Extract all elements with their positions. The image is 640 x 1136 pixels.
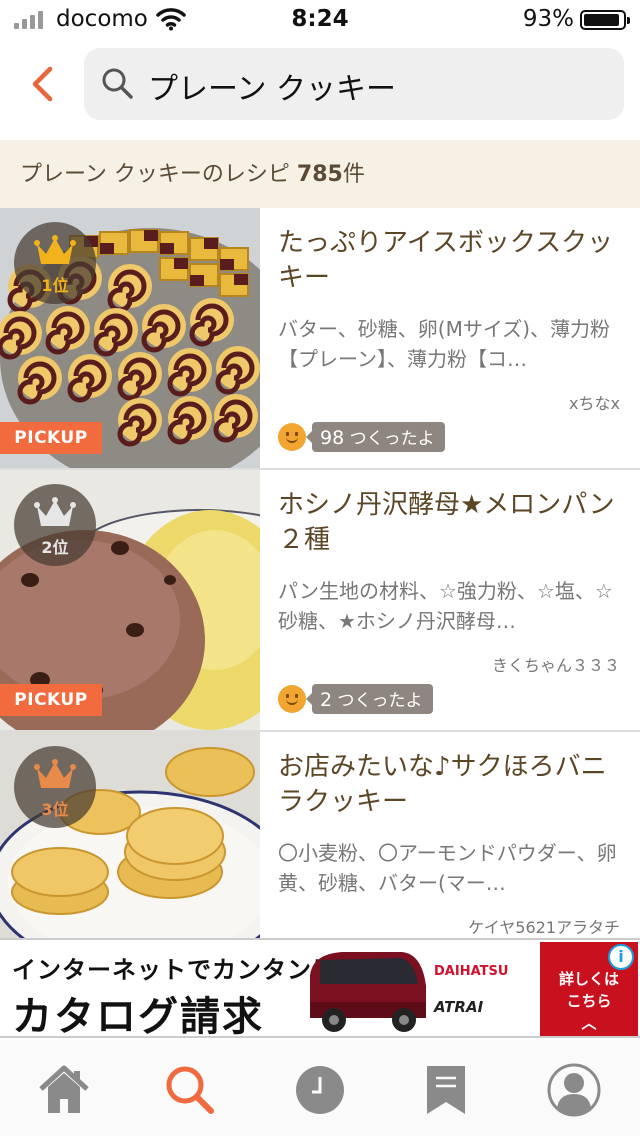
rank-badge: 3位	[14, 746, 96, 828]
history-icon	[296, 1066, 344, 1114]
rank-badge: 2位	[14, 484, 96, 566]
recipe-ingredients: パン生地の材料、☆強力粉、☆塩、☆砂糖、★ホシノ丹沢酵母…	[278, 579, 613, 633]
tab-bookmark[interactable]	[418, 1062, 474, 1118]
rank-label: 1位	[41, 276, 69, 295]
ad-title: カタログ請求	[12, 994, 264, 1040]
recipe-title[interactable]: たっぷりアイスボックスクッキー	[278, 226, 628, 296]
pickup-badge: PICKUP	[0, 422, 102, 454]
result-count-header: プレーン クッキーのレシピ 785件	[0, 140, 640, 208]
rank-badge: 1位	[14, 222, 96, 304]
home-icon	[39, 1065, 89, 1113]
rank-label: 3位	[41, 800, 69, 819]
recipe-author[interactable]: ケイヤ5621アラタチ	[468, 914, 620, 938]
smile-icon	[278, 423, 306, 451]
recipe-ingredients: バター、砂糖、卵(Mサイズ)、薄力粉【プレーン】、薄力粉【コ…	[278, 317, 611, 371]
recipe-author[interactable]: きくちゃん３３３	[492, 652, 620, 676]
bottom-tab-bar	[0, 1040, 640, 1136]
tsukurepo-count: 2 つくったよ	[278, 684, 433, 714]
search-icon	[102, 68, 133, 99]
recipe-item[interactable]: 3位 お店みたいな♪サクほろバニラクッキー 〇小麦粉、〇アーモンドパウダー、卵黄…	[0, 732, 640, 938]
recipe-info[interactable]: ホシノ丹沢酵母★メロンパン２種 パン生地の材料、☆強力粉、☆塩、☆砂糖、★ホシノ…	[278, 470, 630, 730]
search-header: プレーン クッキー	[0, 40, 640, 140]
tab-search[interactable]	[162, 1062, 218, 1118]
recipe-thumbnail[interactable]: 3位	[0, 732, 260, 938]
tsukurepo-badge: 98 つくったよ	[306, 422, 445, 452]
ad-brand-daihatsu: DAIHATSU	[434, 964, 509, 979]
ad-car-image	[310, 952, 426, 1032]
crown-silver-icon	[34, 497, 76, 526]
battery-percent: 93%	[522, 6, 574, 32]
search-icon	[166, 1066, 214, 1114]
battery-icon	[580, 10, 630, 30]
tsukurepo-badge: 2 つくったよ	[306, 684, 433, 714]
smile-icon	[278, 685, 306, 713]
tsukurepo-number: 98	[320, 427, 345, 449]
tsukurepo-count: 98 つくったよ	[278, 422, 445, 452]
crown-gold-icon	[34, 235, 76, 264]
profile-icon	[547, 1063, 601, 1117]
tsukurepo-number: 2	[320, 689, 333, 711]
tsukurepo-label: つくったよ	[344, 429, 435, 449]
ad-banner[interactable]: インターネットでカンタンに。 カタログ請求 DAIHATSU ATRAI 詳しく…	[0, 938, 640, 1040]
recipe-thumbnail[interactable]: 2位 PICKUP	[0, 470, 260, 730]
result-unit: 件	[342, 162, 365, 187]
ad-cta-line2: こちら	[566, 992, 612, 1010]
ad-cta-arrow: ︿	[581, 1014, 597, 1032]
status-bar: docomo 8:24 93%	[0, 0, 640, 40]
bookmark-icon	[427, 1066, 465, 1114]
result-label: プレーン クッキーのレシピ	[20, 162, 297, 187]
back-button[interactable]	[22, 62, 62, 106]
tab-history[interactable]	[292, 1062, 348, 1118]
recipe-info[interactable]: たっぷりアイスボックスクッキー バター、砂糖、卵(Mサイズ)、薄力粉【プレーン】…	[278, 208, 630, 468]
chevron-left-icon	[32, 66, 53, 102]
recipe-title[interactable]: ホシノ丹沢酵母★メロンパン２種	[278, 488, 628, 558]
tsukurepo-label: つくったよ	[332, 691, 423, 711]
search-input[interactable]: プレーン クッキー	[84, 48, 624, 120]
ad-cta-line1: 詳しくは	[558, 970, 619, 988]
result-count: 785	[296, 162, 343, 187]
recipe-author[interactable]: xちなx	[569, 390, 620, 414]
recipe-item[interactable]: 1位 PICKUP たっぷりアイスボックスクッキー バター、砂糖、卵(Mサイズ)…	[0, 208, 640, 470]
recipe-item[interactable]: 2位 PICKUP ホシノ丹沢酵母★メロンパン２種 パン生地の材料、☆強力粉、☆…	[0, 470, 640, 732]
recipe-ingredients: 〇小麦粉、〇アーモンドパウダー、卵黄、砂糖、バター(マー…	[278, 841, 617, 895]
rank-label: 2位	[41, 538, 69, 557]
recipe-title[interactable]: お店みたいな♪サクほろバニラクッキー	[278, 750, 628, 820]
ad-info-icon[interactable]: i	[608, 944, 634, 970]
tab-home[interactable]	[36, 1062, 92, 1118]
tab-profile[interactable]	[546, 1062, 602, 1118]
recipe-thumbnail[interactable]: 1位 PICKUP	[0, 208, 260, 468]
search-query: プレーン クッキー	[148, 72, 397, 107]
crown-bronze-icon	[34, 759, 76, 788]
ad-brand-atrai: ATRAI	[434, 998, 484, 1016]
pickup-badge: PICKUP	[0, 684, 102, 716]
